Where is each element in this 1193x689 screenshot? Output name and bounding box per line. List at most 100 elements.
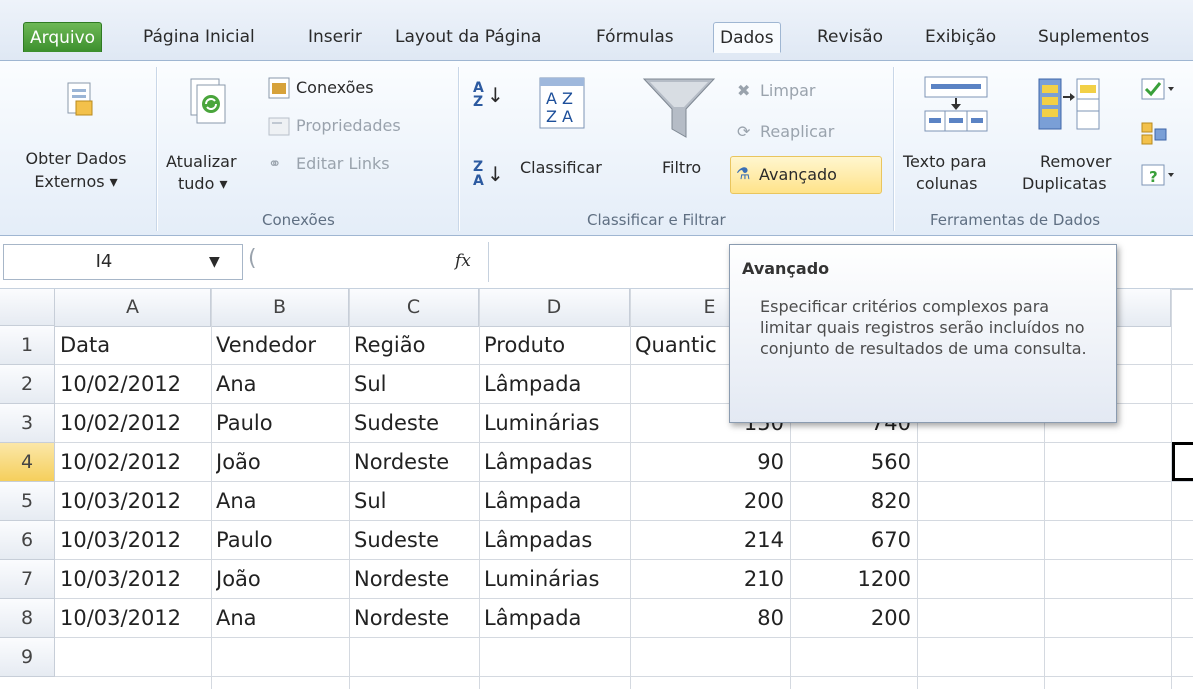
cell-b2[interactable]: Ana	[216, 365, 343, 404]
name-box[interactable]: I4 ▼	[3, 244, 243, 280]
tab-layout-da-pagina[interactable]: Layout da Página	[395, 22, 541, 52]
column-header-b[interactable]: B	[211, 289, 349, 327]
ribbon-tabs: Arquivo Página Inicial Inserir Layout da…	[0, 0, 1193, 60]
cell-e6[interactable]: 214	[635, 521, 784, 560]
cell-c8[interactable]: Nordeste	[354, 599, 473, 638]
cell-a3[interactable]: 10/02/2012	[60, 404, 205, 443]
tooltip-title: Avançado	[742, 259, 830, 278]
row-header-4[interactable]: 4	[0, 443, 55, 482]
cell-c6[interactable]: Sudeste	[354, 521, 473, 560]
cell-f4[interactable]: 560	[795, 443, 911, 482]
sort-za-icon: ZA	[473, 159, 484, 189]
row-header-9[interactable]: 9	[0, 638, 55, 677]
cell-b4[interactable]: João	[216, 443, 343, 482]
cell-a5[interactable]: 10/03/2012	[60, 482, 205, 521]
svg-text:Z A: Z A	[546, 107, 573, 126]
row-header-7[interactable]: 7	[0, 560, 55, 599]
text-to-columns-label-2: colunas	[916, 174, 978, 193]
column-divider	[211, 289, 212, 689]
cell-a6[interactable]: 10/03/2012	[60, 521, 205, 560]
cell-a4[interactable]: 10/02/2012	[60, 443, 205, 482]
select-all-corner[interactable]	[0, 289, 55, 326]
cell-a8[interactable]: 10/03/2012	[60, 599, 205, 638]
cell-f7[interactable]: 1200	[795, 560, 911, 599]
sort-label: Classificar	[520, 158, 602, 177]
cell-a1[interactable]: Data	[60, 326, 205, 365]
cell-d2[interactable]: Lâmpada	[484, 365, 624, 404]
cell-d5[interactable]: Lâmpada	[484, 482, 624, 521]
column-header-a[interactable]: A	[55, 289, 211, 327]
sort-arrow-down-icon: ↓	[487, 162, 504, 186]
tab-suplementos[interactable]: Suplementos	[1038, 22, 1149, 52]
cell-a2[interactable]: 10/02/2012	[60, 365, 205, 404]
tab-pagina-inicial[interactable]: Página Inicial	[143, 22, 255, 52]
sort-dialog-icon: A ZZ A	[539, 77, 585, 129]
remove-duplicates-label-2: Duplicatas	[1022, 174, 1107, 193]
cell-d7[interactable]: Luminárias	[484, 560, 624, 599]
row-header-8[interactable]: 8	[0, 599, 55, 638]
cell-d1[interactable]: Produto	[484, 326, 624, 365]
row-header-2[interactable]: 2	[0, 365, 55, 404]
cell-d3[interactable]: Luminárias	[484, 404, 624, 443]
active-cell-cursor[interactable]	[1172, 442, 1193, 481]
advanced-filter-icon: ⚗	[736, 164, 751, 183]
tab-dados[interactable]: Dados	[713, 22, 781, 53]
cell-c3[interactable]: Sudeste	[354, 404, 473, 443]
cell-e5[interactable]: 200	[635, 482, 784, 521]
row-header-1[interactable]: 1	[0, 326, 55, 365]
row-header-5[interactable]: 5	[0, 482, 55, 521]
external-data-label-1: Obter Dados	[25, 149, 127, 168]
cell-f8[interactable]: 200	[795, 599, 911, 638]
cell-c4[interactable]: Nordeste	[354, 443, 473, 482]
tab-arquivo[interactable]: Arquivo	[23, 22, 103, 52]
cell-b7[interactable]: João	[216, 560, 343, 599]
column-divider	[349, 289, 350, 689]
column-divider	[1171, 289, 1172, 689]
cell-b3[interactable]: Paulo	[216, 404, 343, 443]
fx-icon[interactable]: fx	[455, 251, 471, 271]
cell-b8[interactable]: Ana	[216, 599, 343, 638]
filter-funnel-icon	[642, 78, 716, 138]
cell-e7[interactable]: 210	[635, 560, 784, 599]
tab-revisao[interactable]: Revisão	[817, 22, 883, 52]
column-header-i[interactable]	[1171, 289, 1193, 290]
chevron-down-icon[interactable]: ▼	[209, 252, 220, 272]
cell-d6[interactable]: Lâmpadas	[484, 521, 624, 560]
filter-label: Filtro	[662, 158, 702, 177]
cell-c5[interactable]: Sul	[354, 482, 473, 521]
refresh-label-2: tudo ▾	[178, 174, 228, 193]
group-separator	[458, 67, 459, 231]
cell-d4[interactable]: Lâmpadas	[484, 443, 624, 482]
tab-inserir[interactable]: Inserir	[308, 22, 362, 52]
cell-f5[interactable]: 820	[795, 482, 911, 521]
cell-b5[interactable]: Ana	[216, 482, 343, 521]
properties-label: Propriedades	[296, 116, 401, 135]
cell-c2[interactable]: Sul	[354, 365, 473, 404]
cell-d8[interactable]: Lâmpada	[484, 599, 624, 638]
column-header-d[interactable]: D	[479, 289, 630, 327]
refresh-label-1: Atualizar	[166, 152, 237, 171]
advanced-tooltip: Avançado Especificar critérios complexos…	[729, 244, 1117, 423]
column-header-c[interactable]: C	[349, 289, 479, 327]
remove-duplicates-icon	[1038, 78, 1100, 130]
tab-exibicao[interactable]: Exibição	[925, 22, 996, 52]
formula-bar-paren-icon: (	[248, 246, 257, 271]
clear-label: Limpar	[760, 81, 816, 100]
cell-c7[interactable]: Nordeste	[354, 560, 473, 599]
cell-b6[interactable]: Paulo	[216, 521, 343, 560]
cell-e8[interactable]: 80	[635, 599, 784, 638]
properties-icon	[268, 117, 290, 136]
external-data-icon	[67, 82, 93, 116]
group-separator	[156, 67, 157, 231]
cell-f6[interactable]: 670	[795, 521, 911, 560]
what-if-analysis-icon: ?	[1141, 164, 1174, 186]
column-divider	[479, 289, 480, 689]
row-header-3[interactable]: 3	[0, 404, 55, 443]
cell-b1[interactable]: Vendedor	[216, 326, 343, 365]
cell-a7[interactable]: 10/03/2012	[60, 560, 205, 599]
row-header-6[interactable]: 6	[0, 521, 55, 560]
row-divider	[0, 676, 1193, 677]
cell-e4[interactable]: 90	[635, 443, 784, 482]
tab-formulas[interactable]: Fórmulas	[596, 22, 674, 52]
cell-c1[interactable]: Região	[354, 326, 473, 365]
